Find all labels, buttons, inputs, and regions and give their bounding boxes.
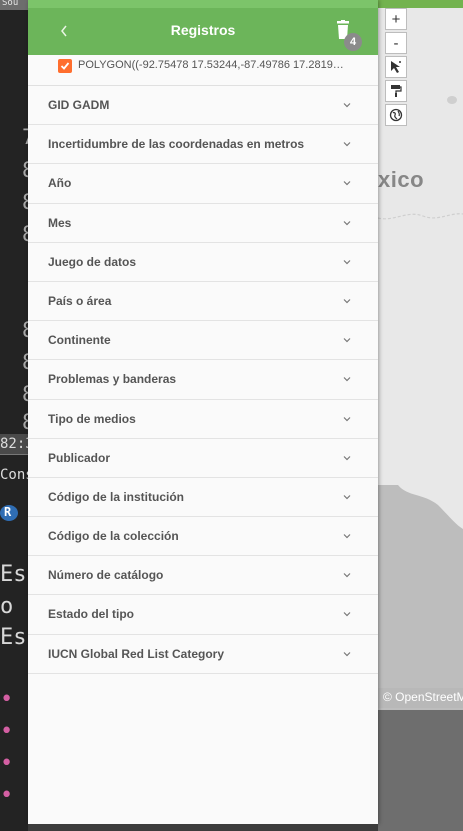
records-panel: Registros 4 POLYGON((-92.75478 17.53244,…: [28, 0, 378, 824]
facet-label: Juego de datos: [48, 254, 137, 269]
facet-label: Problemas y banderas: [48, 372, 177, 387]
terminal-line: • k: [0, 719, 30, 744]
map-attribution-text: © OpenStreetMap: [383, 690, 463, 704]
checkmark-icon: [60, 62, 70, 70]
facet-label: Código de la colección: [48, 529, 179, 544]
chevron-down-icon[interactable]: [342, 570, 352, 580]
facet-row[interactable]: Continente: [28, 321, 378, 361]
chevron-down-icon[interactable]: [342, 492, 352, 502]
panel-bottom-strip: [28, 824, 378, 831]
facet-row[interactable]: IUCN Global Red List Category: [28, 635, 378, 674]
chevron-down-icon[interactable]: [342, 139, 352, 149]
facet-row[interactable]: Estado del tipo: [28, 595, 378, 635]
polygon-filter-row[interactable]: POLYGON((-92.75478 17.53244,-87.49786 17…: [28, 55, 378, 86]
terminal-line: • k: [0, 751, 30, 776]
facet-row[interactable]: País o área: [28, 282, 378, 322]
facet-row[interactable]: GID GADM: [28, 86, 378, 126]
map-lower-area: [378, 710, 463, 831]
map-sea-area: [378, 485, 463, 710]
facet-label: País o área: [48, 293, 112, 308]
r-logo-icon: R: [0, 505, 18, 521]
terminal-time-text: 82:3: [0, 436, 30, 452]
chevron-down-icon[interactable]: [342, 609, 352, 619]
chevron-down-icon[interactable]: [342, 257, 352, 267]
chevron-down-icon[interactable]: [342, 100, 352, 110]
facet-label: IUCN Global Red List Category: [48, 646, 225, 661]
facet-row[interactable]: Problemas y banderas: [28, 360, 378, 400]
record-count-badge: 4: [344, 33, 362, 51]
terminal-line: • k: [0, 687, 30, 712]
select-tool-button[interactable]: [385, 56, 407, 78]
cursor-select-icon: [391, 61, 401, 73]
zoom-out-button[interactable]: -: [385, 32, 407, 54]
paint-roller-icon: [391, 85, 402, 97]
facet-row[interactable]: Juego de datos: [28, 243, 378, 282]
chevron-down-icon[interactable]: [342, 335, 352, 345]
facet-row[interactable]: Código de la institución: [28, 478, 378, 518]
facet-label: Continente: [48, 333, 111, 348]
facet-row[interactable]: Código de la colección: [28, 517, 378, 557]
chevron-down-icon[interactable]: [342, 414, 352, 424]
terminal-line: o ': [0, 594, 30, 619]
terminal-line: Esc: [0, 625, 30, 650]
facet-label: Mes: [48, 215, 72, 230]
facet-label: Código de la institución: [48, 489, 184, 504]
facet-label: Tipo de medios: [48, 411, 136, 426]
terminal-title-bar: Sou: [0, 0, 30, 10]
facet-row[interactable]: Tipo de medios: [28, 400, 378, 439]
facet-label: Publicador: [48, 450, 111, 465]
globe-icon: [389, 108, 403, 122]
facet-label: Estado del tipo: [48, 607, 135, 622]
chevron-down-icon[interactable]: [342, 178, 352, 188]
terminal-line: Esc: [0, 562, 30, 587]
facet-row[interactable]: Año: [28, 164, 378, 204]
facet-label: Incertidumbre de las coordenadas en metr…: [48, 137, 305, 152]
facet-label: GID GADM: [48, 98, 110, 112]
facet-row[interactable]: Número de catálogo: [28, 556, 378, 596]
facet-list: GID GADM Incertidumbre de las coordenadas…: [28, 86, 378, 674]
terminal-title-text: Sou: [2, 0, 19, 8]
facet-row[interactable]: Publicador: [28, 439, 378, 478]
chevron-down-icon[interactable]: [342, 531, 352, 541]
style-tool-button[interactable]: [385, 80, 407, 102]
map-attribution[interactable]: © OpenStreetMap: [378, 688, 463, 708]
terminal-console-tab[interactable]: Cons: [0, 467, 30, 491]
chevron-down-icon[interactable]: [342, 374, 352, 384]
chevron-down-icon[interactable]: [342, 649, 352, 659]
zoom-in-button[interactable]: +: [385, 8, 407, 30]
chevron-down-icon[interactable]: [342, 296, 352, 306]
facet-row[interactable]: Incertidumbre de las coordenadas en metr…: [28, 125, 378, 165]
map-top-bar: [378, 0, 463, 8]
polygon-checkbox[interactable]: [58, 59, 72, 73]
map-feature: [447, 96, 457, 104]
facet-row[interactable]: Mes: [28, 204, 378, 243]
polygon-filter-text: POLYGON((-92.75478 17.53244,-87.49786 17…: [78, 59, 344, 71]
globe-button[interactable]: [385, 104, 407, 126]
facet-label: Número de catálogo: [48, 568, 164, 583]
panel-header: Registros 4: [28, 0, 378, 55]
terminal-line: • k: [0, 783, 30, 808]
terminal-time-bar: 82:3: [0, 434, 30, 455]
map-controls: + -: [385, 8, 409, 128]
facet-label: Año: [48, 176, 72, 191]
chevron-down-icon[interactable]: [342, 218, 352, 228]
chevron-down-icon[interactable]: [342, 453, 352, 463]
panel-title: Registros: [170, 22, 236, 38]
background-terminal: Sou 7 8 8 8 8 8 8 8 82:3 Cons R Esc o ' …: [0, 0, 30, 831]
map-border-line: [378, 213, 463, 220]
r-logo-letter: R: [4, 505, 12, 519]
